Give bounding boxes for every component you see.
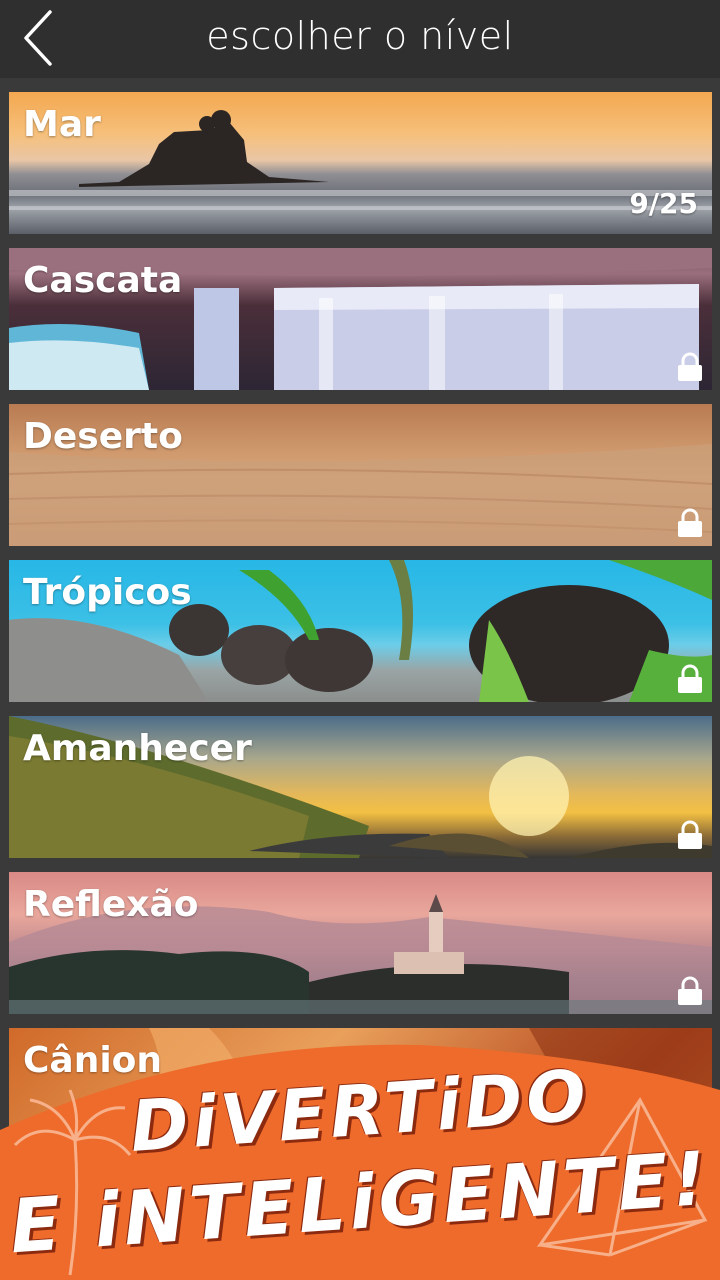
level-name: Trópicos [23, 572, 192, 613]
promo-banner: DiVERTiDO E iNTELiGENTE! [0, 1020, 720, 1280]
level-name: Reflexão [23, 884, 199, 925]
level-card-reflexao[interactable]: Reflexão [9, 872, 712, 1014]
level-name: Amanhecer [23, 728, 252, 769]
level-name: Cascata [23, 260, 183, 301]
page-title: escolher o nível [206, 14, 514, 58]
top-bar: escolher o nível [0, 0, 720, 78]
level-card-deserto[interactable]: Deserto [9, 404, 712, 546]
lock-icon [678, 352, 702, 381]
sea-sunset-image [9, 92, 712, 234]
lock-icon [678, 820, 702, 849]
level-card-cascata[interactable]: Cascata [9, 248, 712, 390]
level-card-tropicos[interactable]: Trópicos [9, 560, 712, 702]
lock-icon [678, 664, 702, 693]
level-card-amanhecer[interactable]: Amanhecer [9, 716, 712, 858]
lock-icon [678, 508, 702, 537]
level-progress: 9/25 [629, 187, 698, 220]
level-card-mar[interactable]: Mar 9/25 [9, 92, 712, 234]
lock-icon [678, 976, 702, 1005]
level-name: Deserto [23, 416, 183, 457]
level-name: Mar [23, 104, 101, 145]
